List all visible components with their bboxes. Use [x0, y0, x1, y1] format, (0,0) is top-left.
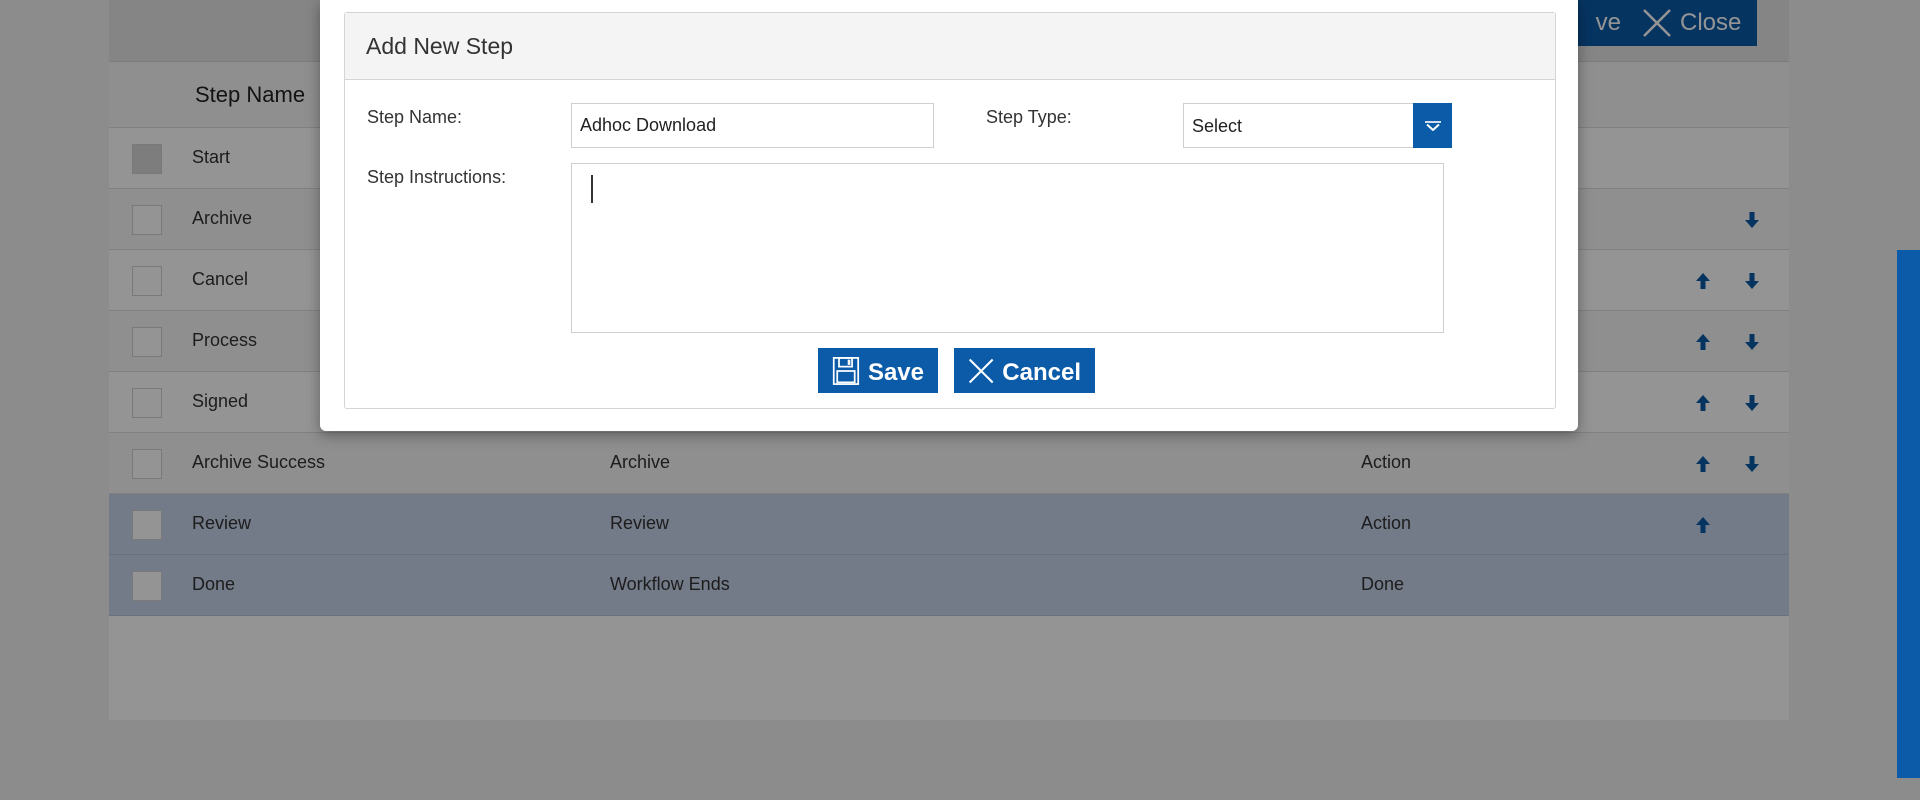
cancel-button[interactable]: Cancel: [954, 348, 1095, 393]
save-button[interactable]: Save: [818, 348, 938, 393]
save-label: Save: [867, 358, 924, 386]
step-type-label: Step Type:: [986, 107, 1072, 127]
step-type-select[interactable]: Select: [1183, 103, 1452, 148]
text-caret: [591, 175, 593, 203]
step-type-dropdown-button[interactable]: [1413, 103, 1452, 148]
step-type-value: Select: [1192, 116, 1243, 136]
scrollbar[interactable]: [1897, 250, 1920, 778]
close-icon: [968, 358, 994, 383]
step-name-input[interactable]: [571, 103, 934, 148]
chevron-down-icon: [1424, 120, 1441, 131]
dialog-title: Add New Step: [366, 33, 514, 59]
floppy-disk-icon: [832, 356, 860, 385]
step-instructions-label: Step Instructions:: [367, 167, 507, 187]
step-instructions-textarea[interactable]: [571, 163, 1444, 333]
cancel-label: Cancel: [1002, 358, 1081, 386]
dialog-header: Add New Step: [345, 13, 1555, 80]
step-name-label: Step Name:: [367, 107, 463, 127]
